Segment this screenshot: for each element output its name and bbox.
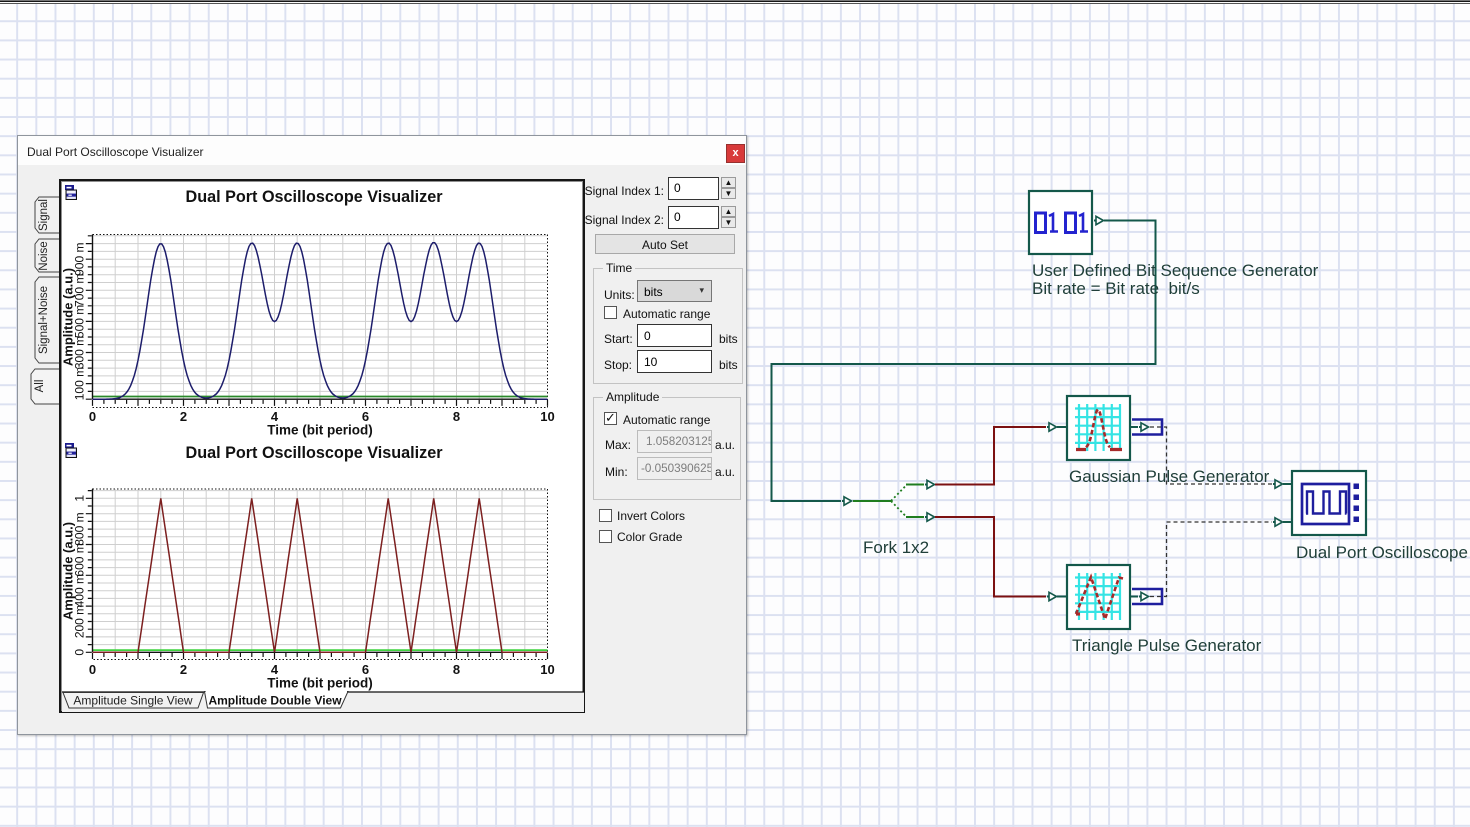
svg-text:0: 0 bbox=[89, 409, 96, 424]
svg-text:Signal: Signal bbox=[38, 199, 50, 231]
svg-text:Amplitude (a.u.): Amplitude (a.u.) bbox=[62, 522, 76, 620]
svg-text:Amplitude Double View: Amplitude Double View bbox=[208, 694, 342, 708]
svg-text:2: 2 bbox=[180, 409, 187, 424]
svg-text:Bit rate = Bit rate bit/s: Bit rate = Bit rate bit/s bbox=[1032, 279, 1200, 298]
svg-text:Time (bit period): Time (bit period) bbox=[267, 423, 373, 438]
svg-text:10: 10 bbox=[540, 409, 554, 424]
svg-text:Noise: Noise bbox=[38, 241, 50, 270]
svg-text:8: 8 bbox=[453, 662, 460, 677]
svg-text:Amplitude Single View: Amplitude Single View bbox=[73, 694, 193, 708]
svg-text:All: All bbox=[34, 380, 46, 393]
svg-text:Time (bit period): Time (bit period) bbox=[267, 676, 373, 691]
svg-text:User Defined Bit Sequence Gene: User Defined Bit Sequence Generator bbox=[1032, 261, 1319, 280]
svg-text:Dual Port Oscilloscope: Dual Port Oscilloscope bbox=[1296, 543, 1468, 562]
svg-text:Gaussian Pulse Generator: Gaussian Pulse Generator bbox=[1069, 467, 1270, 486]
svg-text:100 m: 100 m bbox=[73, 367, 87, 400]
svg-text:Triangle Pulse Generator: Triangle Pulse Generator bbox=[1072, 636, 1262, 655]
svg-text:Dual Port Oscilloscope Visuali: Dual Port Oscilloscope Visualizer bbox=[186, 444, 444, 462]
svg-text:10: 10 bbox=[540, 662, 554, 677]
svg-text:Amplitude (a.u.): Amplitude (a.u.) bbox=[62, 268, 76, 366]
svg-text:0: 0 bbox=[73, 649, 87, 656]
svg-text:2: 2 bbox=[180, 662, 187, 677]
svg-text:8: 8 bbox=[453, 409, 460, 424]
svg-text:Fork 1x2: Fork 1x2 bbox=[863, 538, 929, 557]
svg-text:Signal+Noise: Signal+Noise bbox=[38, 286, 50, 354]
svg-text:0: 0 bbox=[89, 662, 96, 677]
svg-text:1: 1 bbox=[73, 495, 87, 502]
svg-text:Dual Port Oscilloscope Visuali: Dual Port Oscilloscope Visualizer bbox=[186, 188, 444, 206]
